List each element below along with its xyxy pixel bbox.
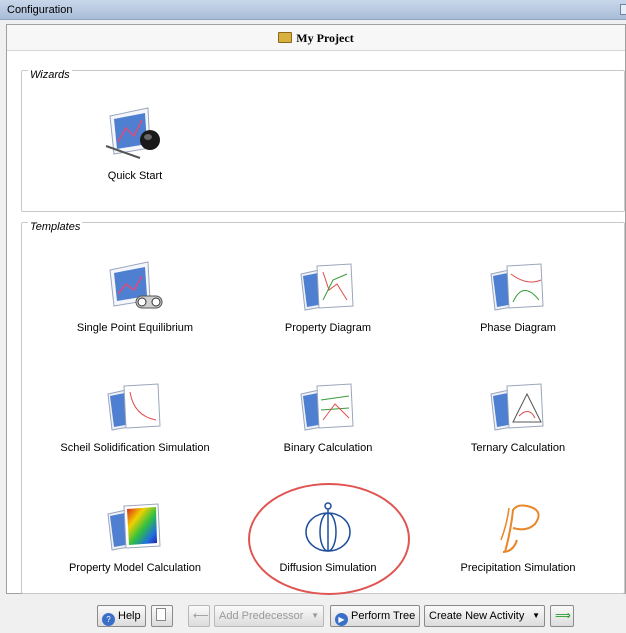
template-label: Property Diagram [284,322,372,334]
template-label: Phase Diagram [480,322,556,334]
project-title: My Project [296,31,354,45]
binary-calculation-icon [300,383,354,431]
chevron-down-icon: ▼ [311,611,319,620]
template-ternary-calculation[interactable]: Ternary Calculation [423,380,613,454]
help-label: Help [118,610,141,622]
quick-start-label: Quick Start [107,170,163,182]
window-title: Configuration [7,4,73,16]
template-scheil-solidification-simulation[interactable]: Scheil Solidification Simulation [40,380,230,454]
property-diagram-icon [300,263,354,311]
property-model-icon [107,503,161,551]
play-icon: ▶ [335,613,348,626]
template-label: Binary Calculation [283,442,373,454]
template-single-point-equilibrium[interactable]: Single Point Equilibrium [40,260,230,334]
project-header: My Project [7,25,625,51]
template-precipitation-simulation[interactable]: Precipitation Simulation [423,500,613,574]
perform-tree-button[interactable]: ▶ Perform Tree [330,605,421,627]
forward-button[interactable]: ⟹ [550,605,574,627]
template-binary-calculation[interactable]: Binary Calculation [233,380,423,454]
template-property-diagram[interactable]: Property Diagram [233,260,423,334]
template-label: Scheil Solidification Simulation [60,442,210,454]
template-label: Property Model Calculation [68,562,202,574]
window-titlebar: Configuration [0,0,626,20]
back-button[interactable]: ⟵ [188,605,210,627]
quick-start-icon [105,107,160,159]
document-icon [156,608,166,621]
arrow-right-icon: ⟹ [555,610,571,622]
help-icon: ? [102,613,115,626]
document-button[interactable] [151,605,173,627]
create-new-activity-label: Create New Activity [429,610,525,622]
chevron-down-icon: ▼ [532,611,540,620]
help-button[interactable]: ? Help [97,605,146,627]
add-predecessor-dropdown[interactable]: Add Predecessor ▼ [214,605,324,627]
template-label: Precipitation Simulation [460,562,576,574]
precipitation-simulation-icon [500,504,540,553]
phase-diagram-icon [490,263,544,311]
template-phase-diagram[interactable]: Phase Diagram [423,260,613,334]
bottom-toolbar: ? Help ⟵ Add Predecessor ▼ ▶ Perform Tree … [0,597,626,633]
quick-start-tile[interactable]: Quick Start [40,106,230,182]
scheil-icon [107,383,161,431]
folder-icon [278,32,293,43]
selection-highlight-ring [248,483,410,595]
perform-tree-label: Perform Tree [351,610,416,622]
templates-legend: Templates [28,221,83,233]
add-predecessor-label: Add Predecessor [219,610,304,622]
ternary-calculation-icon [490,383,544,431]
create-new-activity-dropdown[interactable]: Create New Activity ▼ [424,605,545,627]
titlebar-button[interactable] [620,4,626,15]
template-property-model-calculation[interactable]: Property Model Calculation [40,500,230,574]
arrow-left-icon: ⟵ [193,610,209,622]
template-label: Single Point Equilibrium [76,322,194,334]
template-label: Ternary Calculation [470,442,566,454]
single-point-equilibrium-icon [109,261,163,309]
wizards-legend: Wizards [28,69,72,81]
